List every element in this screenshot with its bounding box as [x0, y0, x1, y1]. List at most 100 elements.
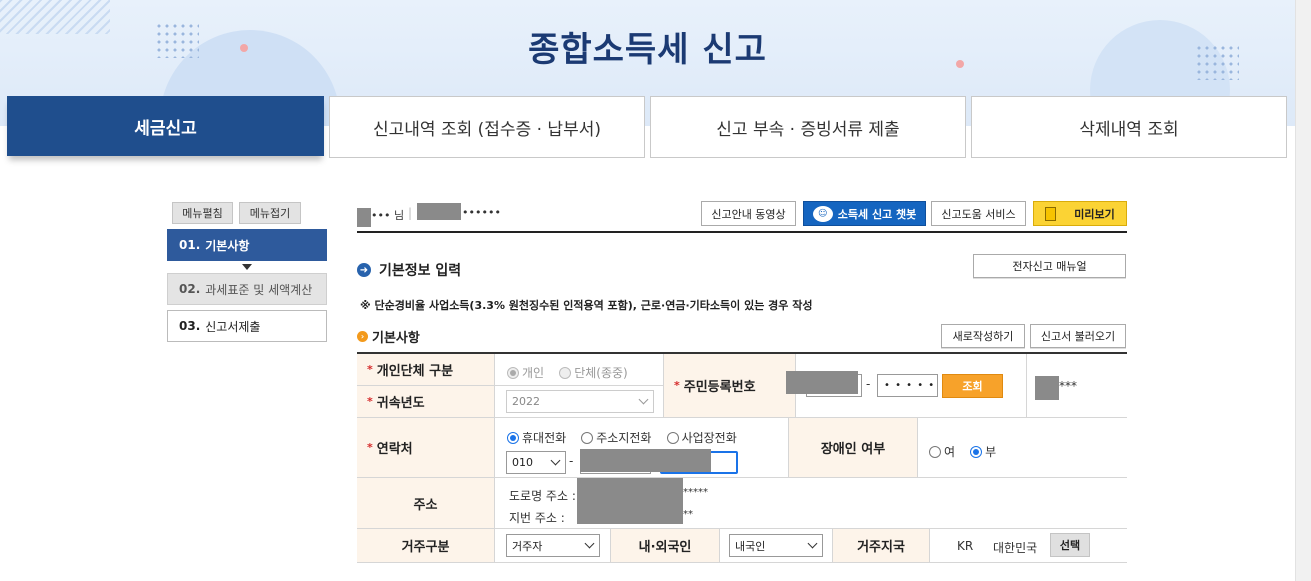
chevron-down-icon: [550, 455, 561, 466]
sidebar-item-number: 03.: [179, 319, 201, 333]
entity-group-label: 단체(종중): [574, 366, 628, 380]
redacted-name: [357, 208, 371, 227]
resident-id-label: * 주민등록번호: [664, 354, 796, 418]
year-cell: 2022: [495, 386, 664, 418]
nationality-select[interactable]: 내국인: [729, 534, 823, 557]
e-filing-manual-button[interactable]: 전자신고 매뉴얼: [973, 254, 1126, 278]
scrollbar[interactable]: [1295, 0, 1311, 581]
tab-filing-history[interactable]: 신고내역 조회 (접수증 · 납부서): [329, 96, 645, 158]
contact-label: * 연락처: [357, 418, 495, 478]
document-icon: [1045, 206, 1057, 221]
business-phone-radio[interactable]: [666, 431, 679, 444]
resident-id-label-text: 주민등록번호: [683, 380, 756, 395]
entity-type-label-text: 개인단체 구분: [376, 364, 454, 379]
entity-individual-radio[interactable]: [507, 366, 519, 379]
chevron-down-icon: [807, 538, 818, 549]
year-select[interactable]: 2022: [506, 390, 654, 413]
home-phone-radio[interactable]: [581, 431, 594, 444]
tab-tax-filing[interactable]: 세금신고: [7, 96, 324, 156]
phone-prefix-value: 010: [512, 456, 533, 469]
dash: -: [866, 377, 871, 391]
lot-address-label: 지번 주소 :: [509, 511, 565, 525]
home-phone-label: 주소지전화: [596, 431, 652, 445]
entity-type-label: * 개인단체 구분: [357, 354, 495, 386]
sidebar-item-number: 02.: [179, 282, 201, 296]
contact-type-options: 휴대전화 주소지전화 사업장전화: [507, 427, 747, 446]
chatbot-button[interactable]: ☺ 소득세 신고 챗봇: [803, 201, 926, 226]
nationality-label: 내·외국인: [611, 529, 720, 563]
nationality-value: 내국인: [735, 539, 766, 553]
divider: [357, 231, 1127, 233]
residence-type-value: 거주자: [512, 539, 543, 553]
disability-yes-radio[interactable]: [929, 445, 941, 458]
country-name: 대한민국: [993, 541, 1038, 555]
page-title: 종합소득세 신고: [528, 30, 767, 70]
required-icon: *: [367, 441, 373, 454]
sidebar-item-submit[interactable]: 03. 신고서제출: [167, 310, 327, 342]
road-address-value: *****: [683, 487, 708, 498]
guide-video-button[interactable]: 신고안내 동영상: [701, 201, 796, 226]
country-cell: KR 대한민국 선택: [930, 529, 1127, 563]
help-service-button[interactable]: 신고도움 서비스: [931, 201, 1026, 226]
preview-button[interactable]: 미리보기: [1033, 201, 1127, 226]
load-return-button[interactable]: 신고서 불러오기: [1030, 324, 1126, 348]
tab-attachment-submit[interactable]: 신고 부속 · 증빙서류 제출: [650, 96, 966, 158]
residence-type-cell: 거주자: [495, 529, 611, 563]
new-write-button[interactable]: 새로작성하기: [941, 324, 1025, 348]
sidebar-item-label: 과세표준 및 세액계산: [205, 282, 313, 297]
arrow-right-icon: ➜: [357, 263, 371, 277]
preview-label: 미리보기: [1074, 207, 1115, 221]
subsection-title: › 기본사항: [357, 327, 420, 346]
dash: -: [569, 454, 574, 468]
contact-label-text: 연락처: [376, 442, 413, 457]
disability-yes-label: 여: [944, 445, 956, 459]
notice-text: ※ 단순경비율 사업소득(3.3% 원천징수된 인적용역 포함), 근로·연금·…: [360, 299, 813, 312]
sidebar-item-tax-calc[interactable]: 02. 과세표준 및 세액계산: [167, 273, 327, 305]
user-name: ••• 님: [371, 209, 405, 222]
country-select-button[interactable]: 선택: [1050, 533, 1090, 557]
disability-options: 여 부: [918, 418, 1127, 478]
section-title-text: 기본정보 입력: [379, 263, 462, 279]
sidebar-item-label: 기본사항: [205, 238, 250, 253]
sidebar-item-basic[interactable]: 01. 기본사항: [167, 229, 327, 261]
residence-type-label: 거주구분: [357, 529, 495, 563]
entity-group-radio[interactable]: [559, 366, 572, 379]
required-icon: *: [367, 395, 373, 408]
road-address-label: 도로명 주소 :: [509, 489, 576, 503]
business-phone-label: 사업장전화: [681, 431, 737, 445]
country-label: 거주지국: [833, 529, 930, 563]
resident-lookup-result: ***: [1027, 354, 1127, 418]
address-cell: 도로명 주소 : 지번 주소 : ***** **: [495, 478, 1127, 529]
caret-down-icon: [242, 264, 252, 270]
subsection-title-text: 기본사항: [372, 331, 420, 346]
country-code: KR: [957, 539, 974, 553]
menu-expand-button[interactable]: 메뉴펼침: [172, 202, 233, 224]
sidebar-item-label: 신고서제출: [205, 319, 261, 334]
chevron-right-icon: ›: [357, 331, 368, 342]
redacted-address: [577, 478, 683, 524]
redacted-resident-id: [786, 371, 858, 394]
residence-type-select[interactable]: 거주자: [506, 534, 600, 557]
basic-info-form: * 개인단체 구분 개인 단체(종중) * 귀속년도 2022 * 주민등록번호…: [357, 352, 1127, 563]
tab-deleted-history[interactable]: 삭제내역 조회: [971, 96, 1287, 158]
lookup-button[interactable]: 조회: [942, 374, 1003, 398]
sidebar-item-number: 01.: [179, 238, 201, 252]
year-label: * 귀속년도: [357, 386, 495, 418]
phone-prefix-select[interactable]: 010: [506, 451, 566, 474]
chevron-down-icon: [638, 394, 649, 405]
chatbot-icon: ☺: [812, 205, 833, 222]
chevron-down-icon: [584, 538, 595, 549]
address-label: 주소: [357, 478, 495, 529]
menu-collapse-button[interactable]: 메뉴접기: [239, 202, 301, 224]
user-id: ••••••: [462, 206, 501, 219]
disability-no-radio[interactable]: [970, 445, 983, 458]
year-label-text: 귀속년도: [376, 396, 425, 411]
resident-id-second-input[interactable]: • • • • •: [877, 374, 938, 397]
section-title: ➜ 기본정보 입력: [357, 260, 461, 280]
resident-id-cell: - • • • • • 조회: [786, 354, 1027, 418]
mobile-radio[interactable]: [507, 431, 519, 444]
result-text: ***: [1059, 379, 1077, 393]
year-select-value: 2022: [512, 395, 540, 408]
main-tabs: 세금신고 신고내역 조회 (접수증 · 납부서) 신고 부속 · 증빙서류 제출…: [7, 96, 1287, 158]
redacted-result: [1035, 376, 1059, 400]
